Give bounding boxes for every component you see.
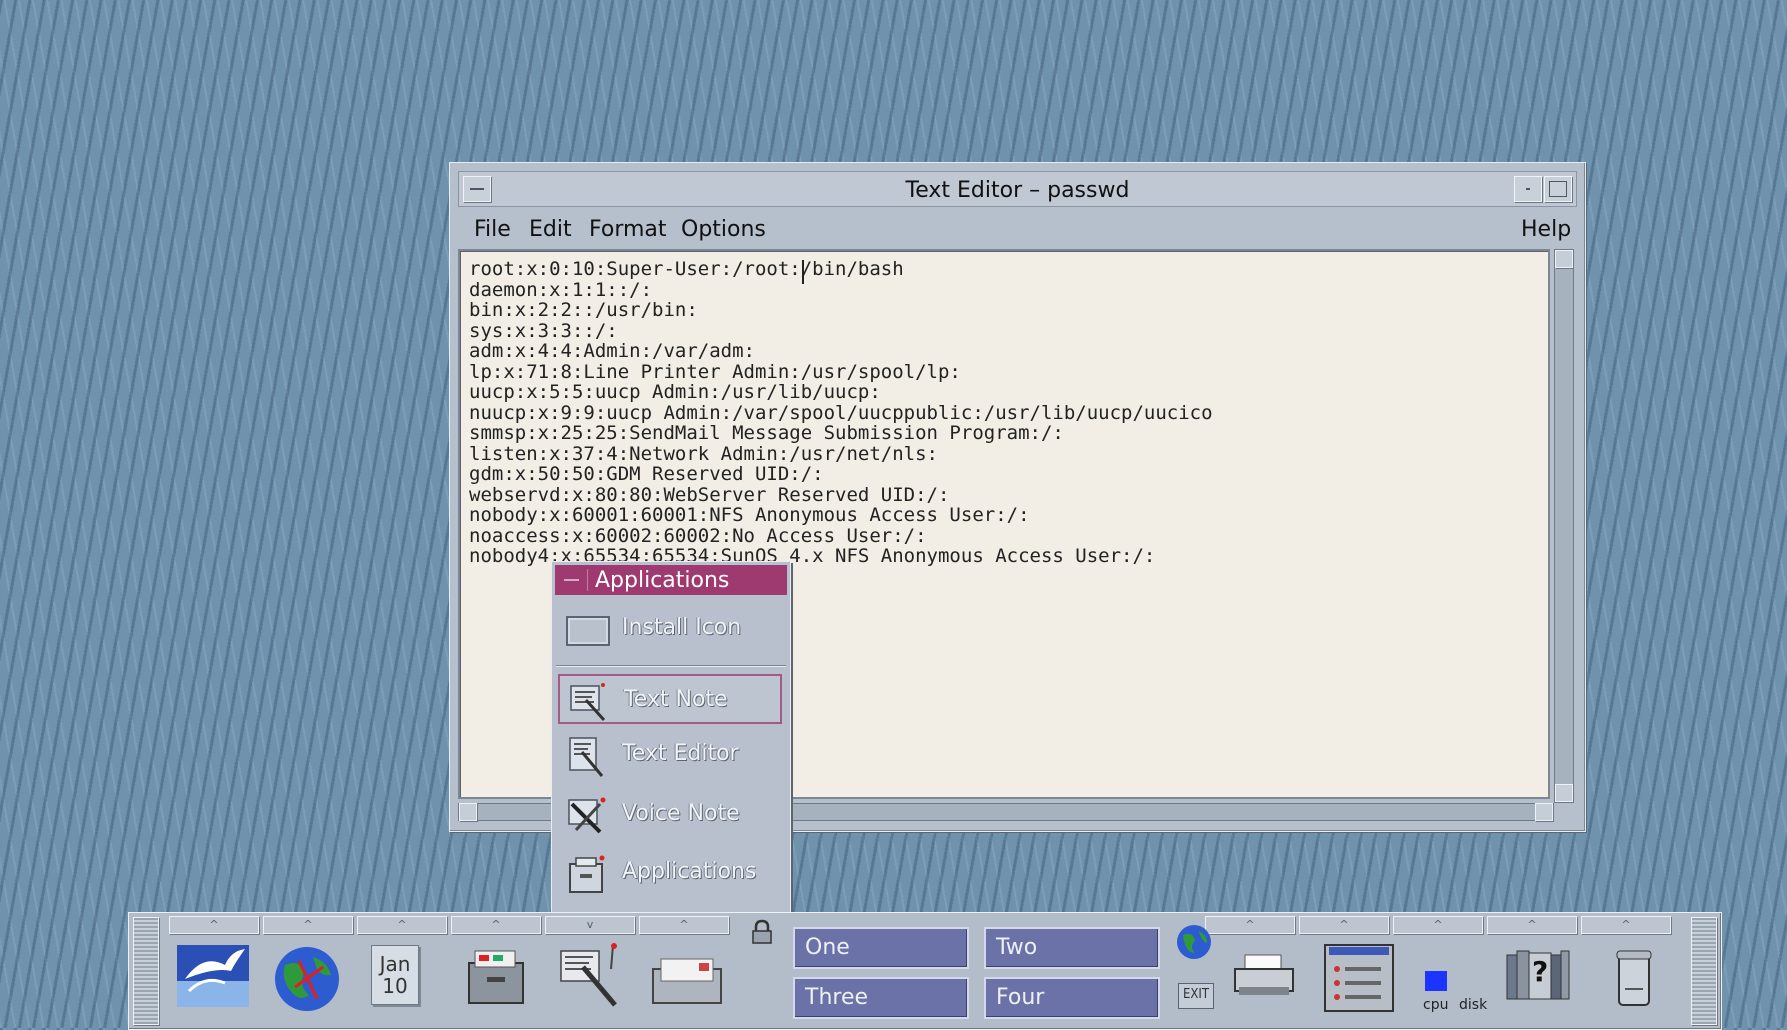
- menu-help[interactable]: Help: [1521, 217, 1571, 242]
- panel-handle-right[interactable]: [1691, 917, 1717, 1025]
- install-icon: [566, 610, 610, 648]
- menu-edit[interactable]: Edit: [529, 217, 572, 242]
- text-note-icon: [568, 682, 608, 722]
- printer-icon: [1234, 954, 1294, 995]
- file-cabinet-icon: [468, 950, 524, 1004]
- lock-icon: [752, 919, 772, 944]
- workspace-four-button[interactable]: Four: [984, 977, 1160, 1019]
- subpanel-tab-trash[interactable]: ^: [1581, 916, 1671, 934]
- web-browser-button[interactable]: [175, 941, 253, 1023]
- calendar-icon: Jan 10: [371, 945, 419, 1005]
- workspace-three-button[interactable]: Three: [793, 977, 969, 1019]
- applications-menu-title: Applications: [555, 565, 787, 595]
- maximize-icon: [1549, 181, 1567, 197]
- voice-note-label: Voice Note: [622, 801, 740, 826]
- minimize-button[interactable]: [1514, 176, 1542, 202]
- style-manager-icon: [1324, 944, 1394, 1012]
- minimize-icon: [1526, 188, 1530, 190]
- text-editor-pencil-icon: [560, 943, 617, 1007]
- workspace-two-button[interactable]: Two: [984, 927, 1160, 969]
- cpu-label: cpu: [1423, 997, 1449, 1013]
- help-question-mark: ?: [1532, 955, 1549, 988]
- desktop: { "editor": { "title": "Text Editor \u20…: [0, 0, 1787, 1030]
- small-globe-icon: [1177, 925, 1211, 959]
- subpanel-tab-printer[interactable]: ^: [1205, 916, 1295, 934]
- front-panel: ^ ^ ^ ^ v ^ ^ ^ ^ ^ ^ Jan 10 One Two Thr…: [128, 912, 1722, 1030]
- applications-icon: [566, 854, 606, 893]
- calendar-month: Jan: [379, 952, 411, 976]
- file-manager-button[interactable]: [461, 941, 535, 1023]
- calendar-button[interactable]: Jan 10: [367, 941, 433, 1023]
- workspace-one-button[interactable]: One: [793, 927, 969, 969]
- text-editor-launcher[interactable]: [555, 941, 629, 1023]
- subpanel-tab-files[interactable]: ^: [451, 916, 541, 934]
- menu-pin-icon: [564, 579, 579, 581]
- workspace-two-label: Two: [996, 935, 1038, 960]
- menu-pin-button[interactable]: [557, 569, 588, 591]
- printer-button[interactable]: [1229, 941, 1303, 1023]
- subpanel-tab-help[interactable]: ^: [1487, 916, 1577, 934]
- trash-can-icon: [1616, 950, 1652, 1006]
- vertical-scrollbar[interactable]: [1554, 249, 1574, 803]
- applications-label: Applications: [622, 859, 757, 884]
- menu-format[interactable]: Format: [589, 217, 667, 242]
- editor-menubar: File Edit Format Options Help: [458, 207, 1577, 247]
- calendar-day: 10: [382, 974, 408, 998]
- panel-handle-left[interactable]: [133, 917, 159, 1025]
- subpanel-tab-monitor[interactable]: ^: [1393, 916, 1483, 934]
- exit-button[interactable]: EXIT: [1178, 983, 1214, 1009]
- subpanel-tab-calendar[interactable]: ^: [357, 916, 447, 934]
- subpanel-tab-globe[interactable]: ^: [263, 916, 353, 934]
- scroll-up-arrow-icon[interactable]: [1555, 250, 1573, 268]
- text-note-label: Text Note: [624, 687, 728, 712]
- menu-item-install-icon[interactable]: Install Icon: [558, 604, 782, 654]
- lock-screen-button[interactable]: [749, 919, 779, 949]
- globe-button[interactable]: [269, 941, 347, 1023]
- menu-item-text-editor[interactable]: Text Editor: [558, 730, 782, 780]
- text-editor-icon: [566, 736, 606, 777]
- editor-title: Text Editor – passwd: [905, 178, 1130, 203]
- text-cursor-icon: [802, 260, 804, 284]
- cpu-usage-indicator: [1425, 971, 1447, 991]
- mail-button[interactable]: [649, 941, 727, 1023]
- workspace-four-label: Four: [996, 985, 1045, 1010]
- mail-tray-icon: [652, 958, 722, 1004]
- subpanel-tab-applications[interactable]: v: [545, 916, 635, 934]
- browser-bird-icon: [177, 945, 249, 1007]
- cpu-disk-monitor[interactable]: cpu disk: [1415, 941, 1501, 1023]
- scroll-right-arrow-icon[interactable]: [1535, 803, 1553, 821]
- text-editor-label: Text Editor: [622, 741, 739, 766]
- small-globe-button[interactable]: [1175, 923, 1215, 963]
- maximize-button[interactable]: [1544, 176, 1572, 202]
- applications-menu-title-text: Applications: [595, 568, 730, 593]
- subpanel-tab-style[interactable]: ^: [1299, 916, 1389, 934]
- subpanel-tab-links[interactable]: ^: [169, 916, 259, 934]
- scroll-down-arrow-icon[interactable]: [1555, 784, 1573, 802]
- install-icon-label: Install Icon: [622, 615, 742, 640]
- menu-item-voice-note[interactable]: Voice Note: [558, 790, 782, 840]
- menu-item-text-note[interactable]: Text Note: [558, 674, 782, 724]
- editor-titlebar[interactable]: Text Editor – passwd: [458, 171, 1577, 207]
- workspace-three-label: Three: [805, 985, 869, 1010]
- menu-file[interactable]: File: [474, 217, 511, 242]
- subpanel-tab-mail[interactable]: ^: [639, 916, 729, 934]
- voice-note-icon: [566, 796, 606, 834]
- scroll-left-arrow-icon[interactable]: [459, 803, 477, 821]
- disk-label: disk: [1459, 997, 1488, 1013]
- menu-options[interactable]: Options: [681, 217, 766, 242]
- trash-can-button[interactable]: [1603, 941, 1673, 1023]
- style-manager-button[interactable]: [1323, 941, 1397, 1023]
- help-manager-button[interactable]: ?: [1505, 941, 1583, 1023]
- applications-menu: Applications Install Icon Text Note Text…: [551, 561, 791, 913]
- menu-item-applications[interactable]: Applications: [558, 848, 782, 898]
- globe-icon: [275, 947, 339, 1011]
- workspace-one-label: One: [805, 935, 850, 960]
- menu-separator: [556, 665, 786, 666]
